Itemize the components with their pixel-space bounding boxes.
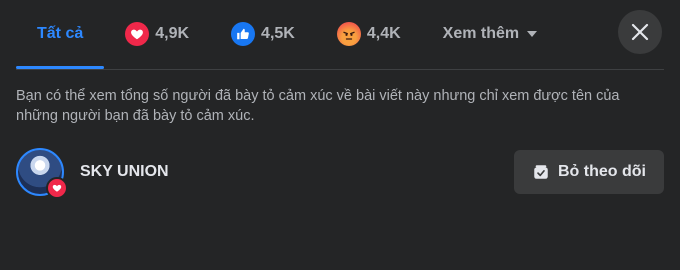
like-count: 4,5K [261,25,295,42]
close-icon [631,23,649,41]
tab-all-label: Tất cả [37,25,84,42]
heart-icon [125,22,150,46]
avatar-container[interactable] [16,148,68,199]
reaction-tabs: Tất cả 4,9K 4,5K 4,4K Xem thêm [16,10,558,69]
tab-all[interactable]: Tất cả [16,10,105,69]
tab-more[interactable]: Xem thêm [422,10,558,58]
angry-face-icon [336,22,361,46]
tab-angry[interactable]: 4,4K [316,10,422,58]
love-count: 4,9K [155,25,190,42]
tab-divider [16,69,664,70]
reactor-row: SKY UNION Bỏ theo dõi [16,146,664,199]
close-button[interactable] [618,10,662,54]
reactions-dialog: Tất cả 4,9K 4,5K 4,4K Xem thêm Bạn có th… [0,0,680,270]
unfollow-label: Bỏ theo dõi [558,163,646,180]
caret-down-icon [527,31,538,37]
tab-more-label: Xem thêm [442,25,520,42]
angry-count: 4,4K [366,25,401,42]
tab-love[interactable]: 4,9K [104,10,210,58]
heart-icon [46,177,68,199]
unfollow-button[interactable]: Bỏ theo dõi [514,150,664,194]
thumbs-up-icon [231,22,256,46]
privacy-notice: Bạn có thể xem tổng số người đã bày tỏ c… [16,88,620,124]
unfollow-icon [532,163,550,181]
tab-like[interactable]: 4,5K [210,10,316,58]
reactor-name[interactable]: SKY UNION [80,163,514,181]
